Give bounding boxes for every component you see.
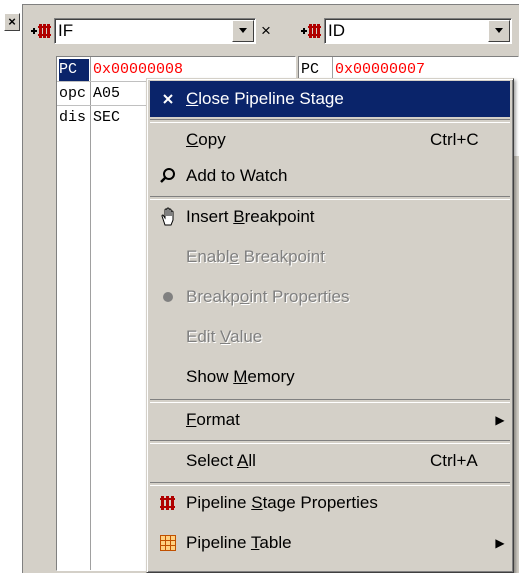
- chevron-down-icon[interactable]: [232, 20, 254, 42]
- register-value: SEC: [93, 109, 121, 126]
- menu-item-label: Insert Breakpoint: [186, 207, 315, 226]
- menu-item-shortcut: Ctrl+A: [430, 451, 478, 470]
- register-value: A05: [93, 85, 121, 102]
- menu-item-show-memory[interactable]: Show Memory: [150, 359, 510, 395]
- stage-header-id: ID: [298, 16, 519, 46]
- menu-item-label: Pipeline Table: [186, 533, 292, 552]
- menu-item-enable-breakpoint: Enable Breakpoint: [150, 239, 510, 275]
- stage-select-id[interactable]: ID: [324, 18, 512, 44]
- menu-item-edit-value: Edit Value: [150, 319, 510, 355]
- menu-item-label: Format: [186, 410, 240, 429]
- menu-item-shortcut: Ctrl+C: [430, 130, 479, 149]
- register-name: opc: [59, 85, 87, 102]
- panel-close-button[interactable]: ×: [4, 13, 20, 31]
- register-name: PC: [59, 59, 89, 81]
- menu-item-label: Close Pipeline Stage: [186, 89, 344, 108]
- close-icon: ×: [261, 21, 271, 40]
- pipeline-icon: [150, 485, 186, 521]
- menu-item-add-to-watch[interactable]: Add to Watch: [150, 158, 510, 194]
- pipeline-stage-icon[interactable]: [28, 19, 54, 43]
- stage-select-if-value: IF: [58, 21, 74, 40]
- pipeline-stage-icon[interactable]: [298, 19, 324, 43]
- submenu-arrow-icon: ▶: [495, 536, 505, 550]
- menu-item-pipeline-stage-properties[interactable]: Pipeline Stage Properties: [150, 485, 510, 521]
- stage-header-if: IF ×: [28, 16, 318, 46]
- close-icon: [150, 81, 186, 117]
- menu-item-label: Add to Watch: [186, 166, 288, 185]
- chevron-down-icon[interactable]: [488, 20, 510, 42]
- magnifier-icon: [150, 158, 186, 194]
- breakpoint-dot-icon: [150, 279, 186, 315]
- menu-item-pipeline-table[interactable]: Pipeline Table ▶: [150, 525, 510, 561]
- submenu-arrow-icon: ▶: [495, 413, 505, 427]
- menu-item-label: Enable Breakpoint: [186, 247, 325, 266]
- menu-item-format[interactable]: Format ▶: [150, 402, 510, 438]
- context-menu: Close Pipeline Stage Copy Ctrl+C Add to …: [146, 78, 514, 573]
- hand-icon: [150, 199, 186, 235]
- menu-item-label: Edit Value: [186, 327, 263, 346]
- close-icon: ×: [8, 14, 16, 29]
- menu-item-insert-breakpoint[interactable]: Insert Breakpoint: [150, 199, 510, 235]
- menu-item-label: Select All: [186, 451, 256, 470]
- menu-item-label: Breakpoint Properties: [186, 287, 350, 306]
- menu-item-breakpoint-properties: Breakpoint Properties: [150, 279, 510, 315]
- stage-select-id-value: ID: [328, 21, 345, 40]
- close-stage-if-button[interactable]: ×: [256, 19, 276, 43]
- menu-item-select-all[interactable]: Select All Ctrl+A: [150, 443, 510, 479]
- stage-select-if[interactable]: IF: [54, 18, 256, 44]
- table-grid-icon: [150, 525, 186, 561]
- menu-item-close-pipeline-stage[interactable]: Close Pipeline Stage: [150, 81, 510, 117]
- menu-item-copy[interactable]: Copy Ctrl+C: [150, 122, 510, 158]
- left-gutter: ×: [0, 0, 22, 573]
- menu-item-label: Pipeline Stage Properties: [186, 493, 378, 512]
- menu-item-label: Copy: [186, 130, 226, 149]
- register-name: dis: [59, 109, 87, 126]
- menu-item-label: Show Memory: [186, 367, 295, 386]
